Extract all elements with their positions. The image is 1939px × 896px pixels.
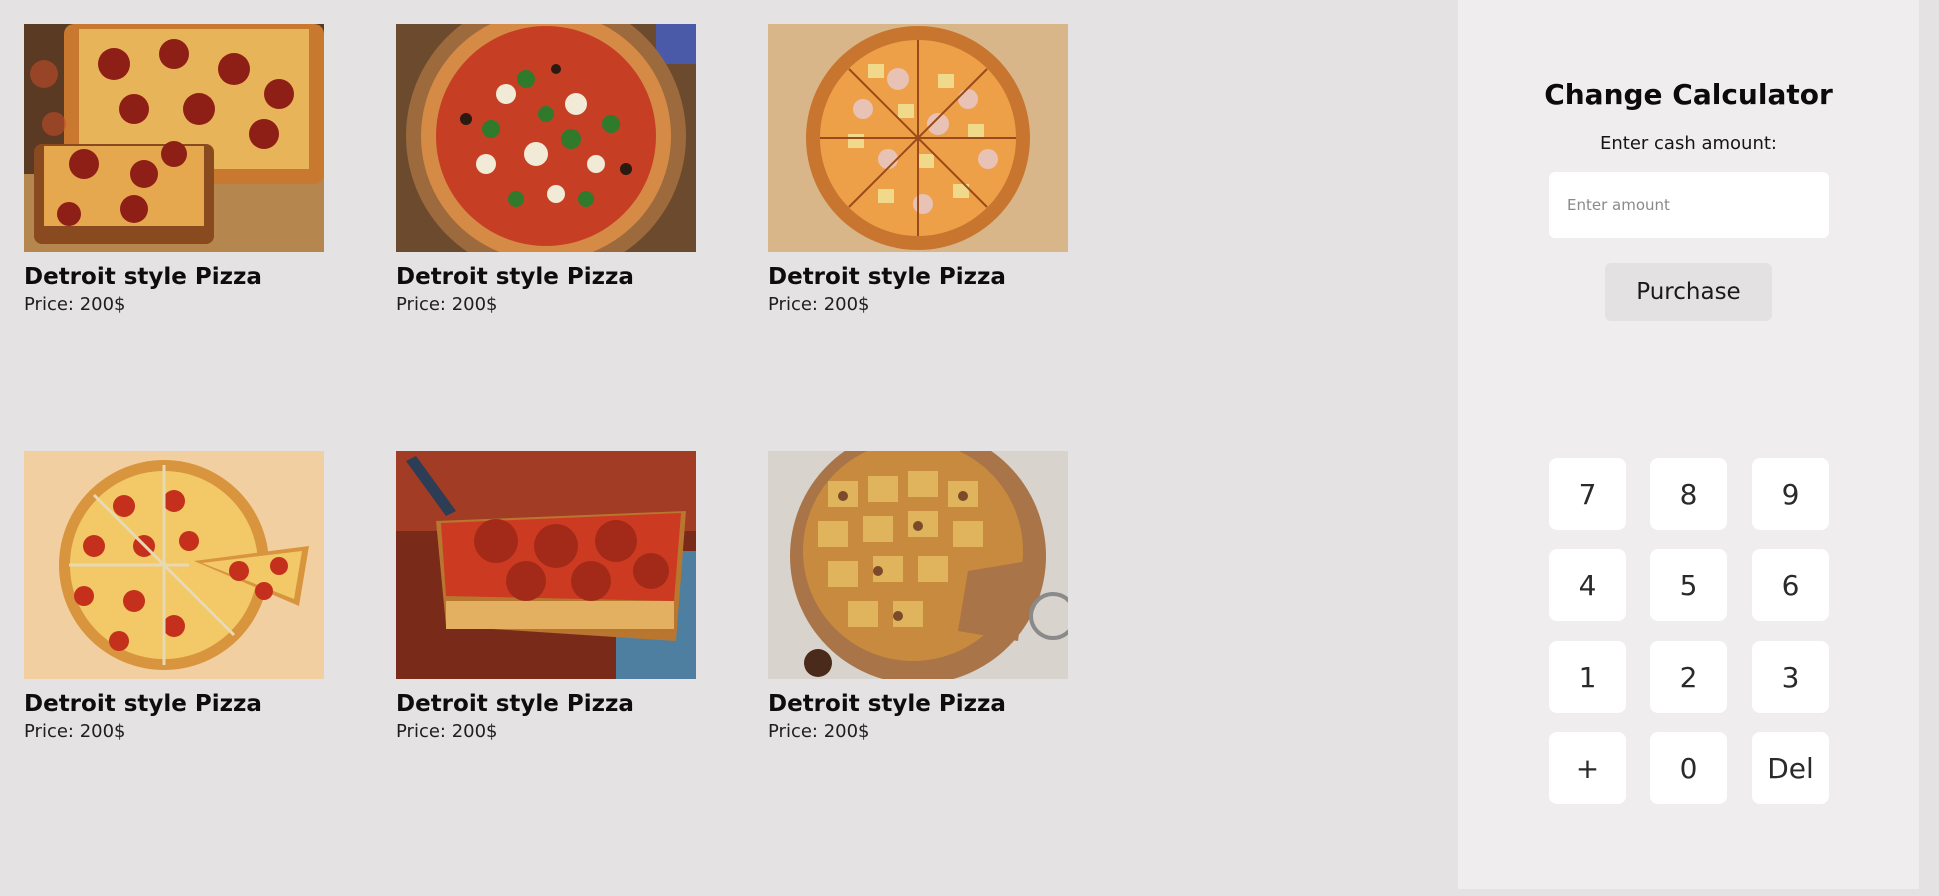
product-card[interactable]: Detroit style Pizza Price: 200$ — [24, 24, 324, 317]
key-7[interactable]: 7 — [1549, 458, 1626, 530]
key-0[interactable]: 0 — [1650, 732, 1727, 804]
cash-amount-label: Enter cash amount: — [1600, 133, 1777, 154]
product-grid: Detroit style Pizza Price: 200$ Detroit … — [0, 0, 1458, 896]
product-price: Price: 200$ — [396, 721, 498, 742]
key-2[interactable]: 2 — [1650, 641, 1727, 713]
cash-amount-input[interactable] — [1549, 172, 1829, 238]
change-calculator-panel: Change Calculator Enter cash amount: Pur… — [1458, 0, 1919, 889]
key-9[interactable]: 9 — [1752, 458, 1829, 530]
product-price: Price: 200$ — [768, 294, 870, 315]
key-6[interactable]: 6 — [1752, 549, 1829, 621]
product-card[interactable]: Detroit style Pizza Price: 200$ — [768, 451, 1068, 744]
product-image-hawaiian — [768, 24, 1068, 252]
calculator-title: Change Calculator — [1544, 78, 1833, 111]
page-bottom-edge — [1458, 889, 1939, 896]
product-title: Detroit style Pizza — [768, 264, 1006, 290]
purchase-button[interactable]: Purchase — [1605, 263, 1772, 321]
product-card[interactable]: Detroit style Pizza Price: 200$ — [396, 24, 696, 317]
product-card[interactable]: Detroit style Pizza Price: 200$ — [768, 24, 1068, 317]
product-image-tavern — [768, 451, 1068, 679]
product-image-pepperoni — [24, 451, 324, 679]
product-price: Price: 200$ — [24, 294, 126, 315]
key-3[interactable]: 3 — [1752, 641, 1829, 713]
app-viewport: Detroit style Pizza Price: 200$ Detroit … — [0, 0, 1939, 896]
key-plus[interactable]: + — [1549, 732, 1626, 804]
product-title: Detroit style Pizza — [396, 691, 634, 717]
product-image-detroit-square — [396, 451, 696, 679]
product-price: Price: 200$ — [768, 721, 870, 742]
key-4[interactable]: 4 — [1549, 549, 1626, 621]
product-image-pepperoni-detroit — [24, 24, 324, 252]
product-card[interactable]: Detroit style Pizza Price: 200$ — [24, 451, 324, 744]
product-title: Detroit style Pizza — [24, 264, 262, 290]
page-edge — [1919, 0, 1939, 896]
product-price: Price: 200$ — [396, 294, 498, 315]
key-1[interactable]: 1 — [1549, 641, 1626, 713]
product-title: Detroit style Pizza — [24, 691, 262, 717]
product-card[interactable]: Detroit style Pizza Price: 200$ — [396, 451, 696, 744]
product-title: Detroit style Pizza — [768, 691, 1006, 717]
key-8[interactable]: 8 — [1650, 458, 1727, 530]
key-delete[interactable]: Del — [1752, 732, 1829, 804]
product-title: Detroit style Pizza — [396, 264, 634, 290]
key-5[interactable]: 5 — [1650, 549, 1727, 621]
product-image-veggie — [396, 24, 696, 252]
product-price: Price: 200$ — [24, 721, 126, 742]
